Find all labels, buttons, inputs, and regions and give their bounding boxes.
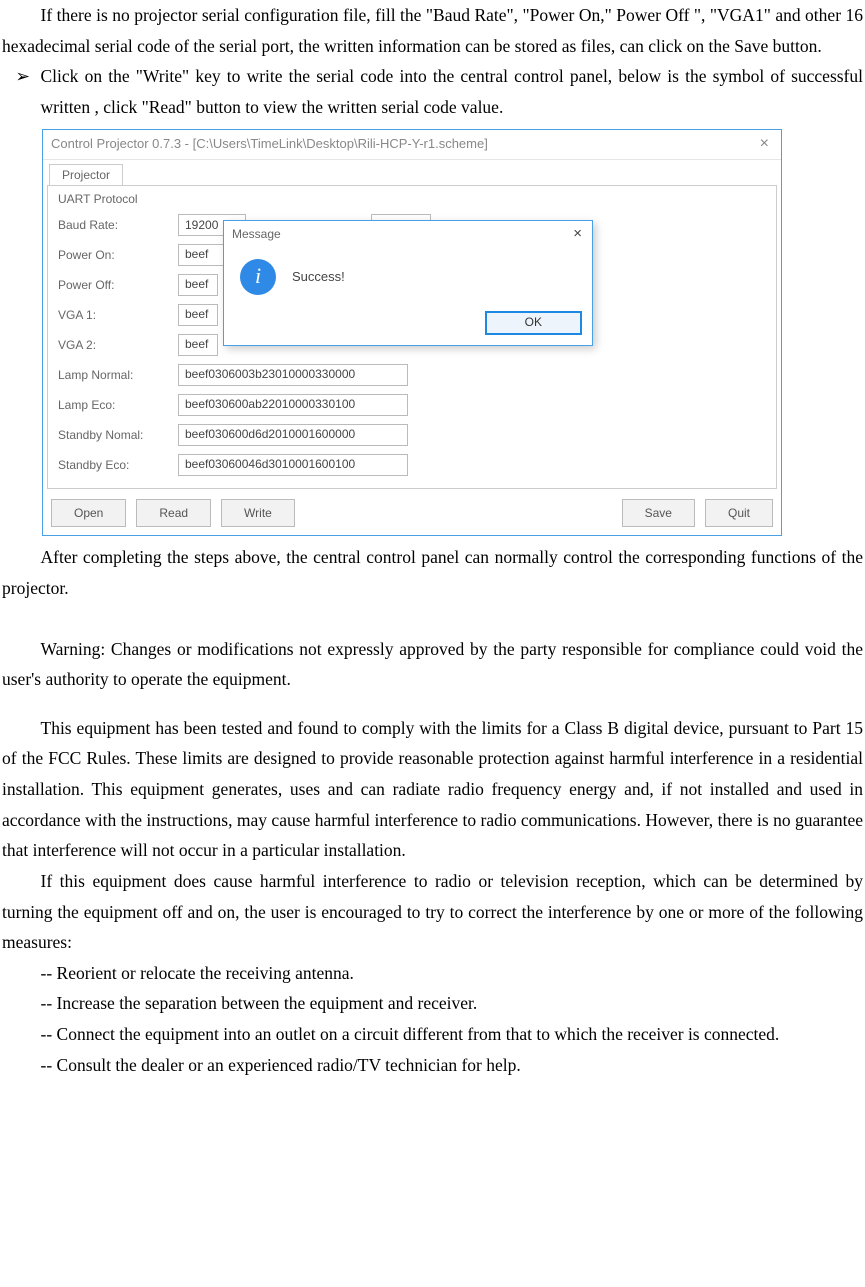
tab-projector[interactable]: Projector — [49, 164, 123, 185]
section-title: UART Protocol — [58, 192, 766, 206]
titlebar: Control Projector 0.7.3 - [C:\Users\Time… — [43, 130, 781, 160]
standby-normal-input[interactable]: beef030600d6d2010001600000 — [178, 424, 408, 446]
tab-row: Projector — [43, 160, 781, 185]
read-button[interactable]: Read — [136, 499, 211, 527]
open-button[interactable]: Open — [51, 499, 126, 527]
paragraph-intro: If there is no projector serial configur… — [2, 0, 863, 61]
vga1-label: VGA 1: — [58, 308, 178, 322]
lamp-normal-input[interactable]: beef0306003b23010000330000 — [178, 364, 408, 386]
paragraph-fcc-2: If this equipment does cause harmful int… — [2, 866, 863, 958]
dialog-title: Message — [232, 227, 281, 241]
vga2-input[interactable]: beef — [178, 334, 218, 356]
lamp-eco-label: Lamp Eco: — [58, 398, 178, 412]
bullet-marker: ➢ — [2, 61, 41, 122]
measure-2: -- Increase the separation between the e… — [2, 988, 863, 1019]
bullet-text: Click on the "Write" key to write the se… — [41, 61, 864, 122]
close-icon[interactable]: × — [573, 225, 582, 243]
standby-eco-label: Standby Eco: — [58, 458, 178, 472]
paragraph-after-image: After completing the steps above, the ce… — [2, 542, 863, 603]
power-off-label: Power Off: — [58, 278, 178, 292]
lamp-eco-input[interactable]: beef030600ab22010000330100 — [178, 394, 408, 416]
info-icon: i — [240, 259, 276, 295]
message-dialog: Message × i Success! OK — [223, 220, 593, 346]
bullet-item: ➢ Click on the "Write" key to write the … — [2, 61, 863, 122]
paragraph-warning: Warning: Changes or modifications not ex… — [2, 634, 863, 695]
vga1-input[interactable]: beef — [178, 304, 218, 326]
save-button[interactable]: Save — [622, 499, 695, 527]
ok-button[interactable]: OK — [485, 311, 582, 335]
close-icon[interactable]: × — [760, 134, 769, 153]
dialog-titlebar: Message × — [224, 221, 592, 249]
button-bar: Open Read Write Save Quit — [43, 493, 781, 535]
write-button[interactable]: Write — [221, 499, 295, 527]
standby-eco-input[interactable]: beef03060046d3010001600100 — [178, 454, 408, 476]
dialog-message: Success! — [292, 269, 345, 285]
lamp-normal-label: Lamp Normal: — [58, 368, 178, 382]
baud-rate-label: Baud Rate: — [58, 218, 178, 232]
measure-4: -- Consult the dealer or an experienced … — [2, 1050, 863, 1081]
paragraph-fcc-1: This equipment has been tested and found… — [2, 713, 863, 866]
measure-3: -- Connect the equipment into an outlet … — [2, 1019, 863, 1050]
quit-button[interactable]: Quit — [705, 499, 773, 527]
standby-normal-label: Standby Nomal: — [58, 428, 178, 442]
power-on-label: Power On: — [58, 248, 178, 262]
baud-rate-value: 19200 — [185, 218, 218, 232]
app-window: Control Projector 0.7.3 - [C:\Users\Time… — [42, 129, 782, 537]
window-title: Control Projector 0.7.3 - [C:\Users\Time… — [51, 136, 488, 152]
power-off-input[interactable]: beef — [178, 274, 218, 296]
vga2-label: VGA 2: — [58, 338, 178, 352]
measure-1: -- Reorient or relocate the receiving an… — [2, 958, 863, 989]
